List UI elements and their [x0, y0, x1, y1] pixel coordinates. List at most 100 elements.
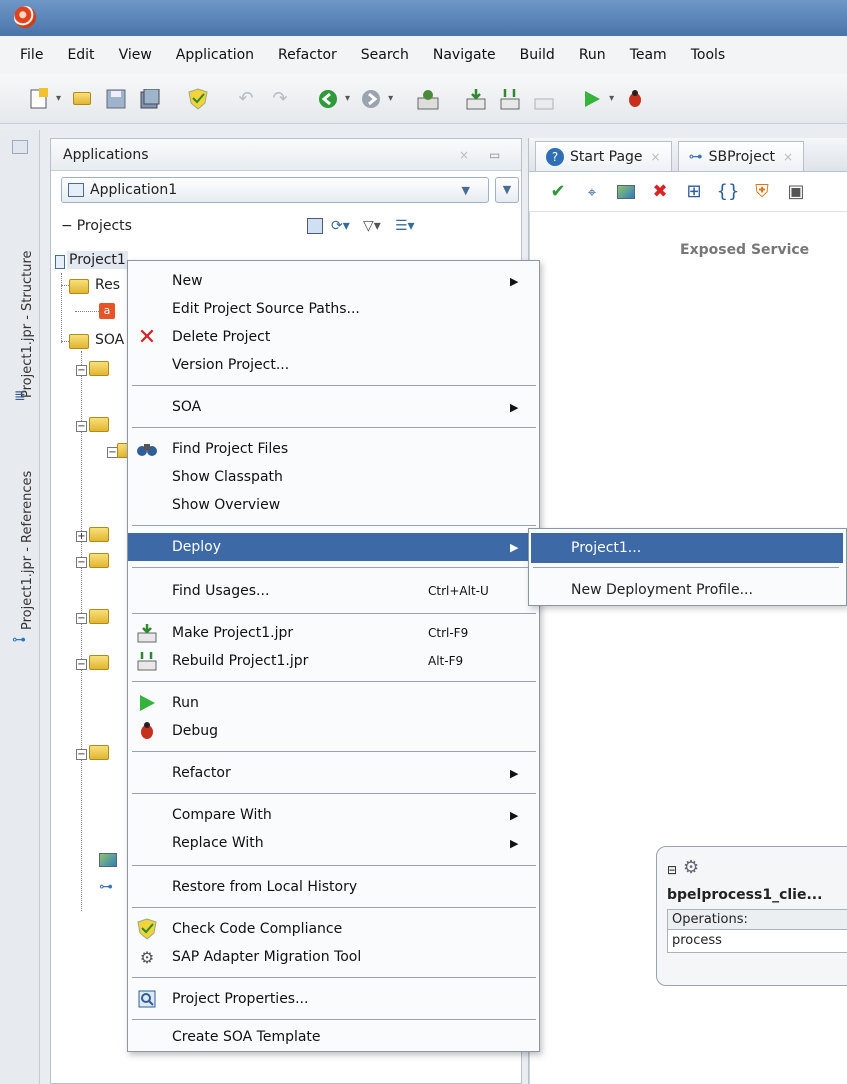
menu-team[interactable]: Team — [630, 47, 667, 63]
structure-tab[interactable]: Project1.jpr - Structure — [20, 250, 35, 398]
debug-icon[interactable] — [623, 87, 647, 111]
menu-item-soa[interactable]: SOA ▶ — [128, 393, 539, 421]
menu-view[interactable]: View — [119, 47, 152, 63]
menu-item-replace-with[interactable]: Replace With ▶ — [128, 829, 539, 857]
tree-expander-icon[interactable]: − — [76, 659, 87, 670]
clipboard-icon[interactable]: ▣ — [784, 180, 808, 204]
composite-canvas[interactable]: Exposed Service ⊟ ⚙ bpelprocess1_clie...… — [529, 212, 847, 1084]
menu-item-find-usages[interactable]: Find Usages... Ctrl+Alt-U — [128, 577, 539, 605]
tree-expander-icon[interactable]: − — [76, 557, 87, 568]
menu-item-sap-migration[interactable]: ⚙ SAP Adapter Migration Tool — [128, 943, 539, 971]
delete-x-icon[interactable]: ✖ — [648, 180, 672, 204]
operation-row[interactable]: process — [668, 930, 847, 952]
menu-item-restore-local-history[interactable]: Restore from Local History — [128, 873, 539, 901]
back-icon[interactable] — [316, 87, 340, 111]
submenu-item-deploy-project1[interactable]: Project1... — [531, 533, 843, 563]
sql-worksheet-icon[interactable] — [416, 87, 440, 111]
bpel-component[interactable]: ⊟ ⚙ bpelprocess1_clie... Operations: pro… — [656, 846, 847, 986]
structure-tab-icon: ≣ — [14, 388, 26, 404]
menu-item-show-classpath[interactable]: Show Classpath — [128, 463, 539, 491]
chevron-down-icon[interactable]: ▼ — [462, 184, 470, 197]
clean-icon[interactable] — [532, 87, 556, 111]
chart-icon[interactable] — [614, 180, 638, 204]
menu-item-compare-with[interactable]: Compare With ▶ — [128, 801, 539, 829]
menu-item-make[interactable]: Make Project1.jpr Ctrl-F9 — [128, 619, 539, 647]
save-icon[interactable] — [104, 87, 128, 111]
forward-dropdown-icon[interactable]: ▾ — [388, 93, 393, 104]
new-dropdown-icon[interactable]: ▾ — [56, 93, 61, 104]
back-dropdown-icon[interactable]: ▾ — [345, 93, 350, 104]
application-selector[interactable]: Application1 ▼ — [61, 177, 489, 203]
menu-separator — [132, 1019, 536, 1020]
structure-window-icon[interactable] — [12, 140, 28, 154]
close-tab-icon[interactable]: × — [651, 150, 661, 164]
menu-item-rebuild[interactable]: Rebuild Project1.jpr Alt-F9 — [128, 647, 539, 675]
make-icon[interactable] — [464, 87, 488, 111]
shield-icon[interactable]: ⛨ — [750, 180, 774, 204]
menu-item-deploy[interactable]: Deploy ▶ — [128, 533, 539, 561]
menu-item-project-properties[interactable]: Project Properties... — [128, 985, 539, 1013]
menu-item-check-compliance[interactable]: Check Code Compliance — [128, 915, 539, 943]
antenna-icon[interactable]: ⌖ — [580, 180, 604, 204]
menu-item-run[interactable]: Run — [128, 689, 539, 717]
tab-sbproject[interactable]: ⊶ SBProject × — [677, 141, 805, 171]
tree-expander-icon[interactable]: + — [76, 531, 87, 542]
operations-header: Operations: — [668, 910, 847, 930]
submenu-item-new-deployment-profile[interactable]: New Deployment Profile... — [531, 575, 843, 605]
menu-edit[interactable]: Edit — [67, 47, 94, 63]
collapse-icon[interactable]: ⊟ — [667, 863, 677, 877]
sync-icon[interactable]: ⟳▾ — [331, 218, 350, 234]
collapse-icon[interactable]: − — [61, 218, 73, 234]
new-file-icon[interactable] — [27, 87, 51, 111]
menu-navigate[interactable]: Navigate — [433, 47, 496, 63]
references-tab[interactable]: Project1.jpr - References — [20, 471, 35, 630]
run-icon[interactable] — [580, 87, 604, 111]
tree-expander-icon[interactable]: − — [76, 421, 87, 432]
minimize-panel-icon[interactable]: ▭ — [489, 148, 500, 162]
sort-icon[interactable]: ☰▾ — [395, 218, 415, 234]
menu-item-refactor[interactable]: Refactor ▶ — [128, 759, 539, 787]
filter-icon[interactable]: ▽▾ — [363, 218, 381, 234]
menu-refactor[interactable]: Refactor — [278, 47, 337, 63]
wire-icon[interactable]: ⊞ — [682, 180, 706, 204]
undo-icon[interactable]: ↶ — [234, 87, 258, 111]
menu-item-edit-source-paths[interactable]: Edit Project Source Paths... — [128, 295, 539, 323]
menu-run[interactable]: Run — [579, 47, 606, 63]
validate-check-icon[interactable]: ✔ — [546, 180, 570, 204]
forward-icon[interactable] — [359, 87, 383, 111]
save-all-icon[interactable] — [138, 87, 162, 111]
project-search-icon[interactable] — [307, 218, 323, 234]
menu-build[interactable]: Build — [520, 47, 555, 63]
project-node[interactable]: Project1 — [67, 251, 128, 269]
redo-icon[interactable]: ↷ — [268, 87, 292, 111]
menu-search[interactable]: Search — [361, 47, 409, 63]
tree-expander-icon[interactable]: − — [76, 749, 87, 760]
compliance-shield-icon[interactable] — [186, 87, 210, 111]
tree-folder-icon — [89, 417, 109, 432]
menu-separator — [132, 907, 536, 908]
menu-application[interactable]: Application — [176, 47, 254, 63]
projects-accordion-header[interactable]: − Projects ⟳▾ ▽▾ ☰▾ — [61, 215, 511, 237]
tab-start-page[interactable]: ? Start Page × — [535, 141, 672, 171]
application-menu-button[interactable]: ▼ — [495, 177, 519, 203]
soa-node[interactable]: SOA — [95, 332, 124, 348]
menu-item-delete-project[interactable]: ✕ Delete Project — [128, 323, 539, 351]
menu-item-version-project[interactable]: Version Project... — [128, 351, 539, 379]
menu-item-debug[interactable]: Debug — [128, 717, 539, 745]
submenu-arrow-icon: ▶ — [510, 540, 519, 554]
run-dropdown-icon[interactable]: ▾ — [609, 93, 614, 104]
bracket-icon[interactable]: {} — [716, 180, 740, 204]
open-folder-icon[interactable] — [70, 87, 94, 111]
tree-expander-icon[interactable]: − — [76, 613, 87, 624]
resources-node[interactable]: Res — [95, 277, 120, 293]
menu-item-show-overview[interactable]: Show Overview — [128, 491, 539, 519]
menu-file[interactable]: File — [20, 47, 43, 63]
menu-item-new[interactable]: New ▶ — [128, 267, 539, 295]
menu-item-find-project-files[interactable]: Find Project Files — [128, 435, 539, 463]
menu-tools[interactable]: Tools — [691, 47, 726, 63]
tree-expander-icon[interactable]: − — [76, 365, 87, 376]
rebuild-icon[interactable] — [498, 87, 522, 111]
close-tab-icon[interactable]: × — [783, 150, 793, 164]
menu-item-create-soa-template[interactable]: Create SOA Template — [128, 1023, 539, 1051]
close-panel-icon[interactable]: × — [459, 148, 469, 162]
